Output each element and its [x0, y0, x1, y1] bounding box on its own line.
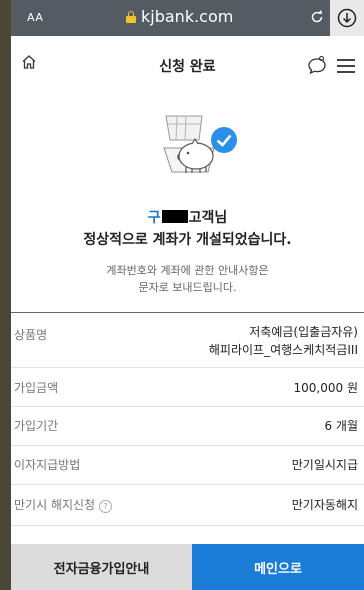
address-bar[interactable]: kjbank.com [126, 7, 233, 26]
customer-name-first: 구 [147, 210, 161, 226]
detail-label: 가입금액 [14, 381, 59, 395]
piggy-bank-illustration [163, 115, 237, 173]
detail-label-wrap: 만기시 해지신청? [14, 496, 113, 513]
customer-name: 구 고객님 [11, 207, 364, 227]
notice-line-1: 계좌번호와 계좌에 관한 안내사항은 [106, 264, 269, 277]
chatbot-icon[interactable] [307, 56, 327, 74]
url-text: kjbank.com [141, 7, 234, 26]
name-redaction [161, 210, 188, 223]
notice-line-2: 문자로 보내드립니다. [138, 281, 237, 294]
detail-row-period: 가입기간 6 개월 [11, 407, 364, 446]
app-header: 신청 완료 [11, 36, 364, 88]
completion-headline: 정상적으로 계좌가 개설되었습니다. [83, 232, 292, 248]
detail-label: 이자지급방법 [14, 458, 81, 472]
detail-row-interest: 이자지급방법 만기일시지급 [11, 446, 364, 485]
download-button[interactable] [330, 0, 364, 36]
bottom-action-bar: 전자금융가입안내 메인으로 [11, 544, 364, 590]
sms-notice: 계좌번호와 계좌에 관한 안내사항은 문자로 보내드립니다. [11, 262, 364, 296]
customer-honorific: 고객님 [188, 210, 228, 226]
help-icon[interactable]: ? [99, 500, 113, 513]
reload-icon[interactable] [309, 9, 325, 25]
detail-row-product: 상품명 저축예금(입출금자유) 해피라이프_여행스케치적금III [11, 313, 364, 368]
detail-row-amount: 가입금액 100,000 원 [11, 368, 364, 407]
account-details-table: 상품명 저축예금(입출금자유) 해피라이프_여행스케치적금III 가입금액 10… [11, 312, 364, 526]
menu-icon[interactable] [337, 59, 355, 77]
detail-value: 만기일시지급 [291, 458, 358, 472]
detail-label: 상품명 [14, 328, 48, 342]
detail-value: 만기자동해지 [291, 498, 358, 512]
e-banking-guide-button[interactable]: 전자금융가입안내 [11, 544, 192, 590]
go-main-button[interactable]: 메인으로 [192, 544, 364, 590]
lock-icon [126, 10, 136, 23]
detail-row-maturity: 만기시 해지신청? 만기자동해지 [11, 485, 364, 526]
detail-label: 만기시 해지신청 [14, 498, 96, 512]
text-size-button[interactable]: AA [27, 11, 43, 24]
detail-value: 저축예금(입출금자유) 해피라이프_여행스케치적금III [209, 323, 358, 359]
detail-label: 가입기간 [14, 419, 59, 433]
browser-toolbar: AA kjbank.com [11, 0, 364, 36]
phone-screen: AA kjbank.com 신청 완료 구 고객님 정상적으로 계좌가 개설되었… [11, 0, 364, 590]
product-name-2: 해피라이프_여행스케치적금III [208, 343, 358, 357]
product-name-1: 저축예금(입출금자유) [249, 325, 358, 339]
detail-value: 100,000 원 [293, 381, 358, 395]
detail-value: 6 개월 [324, 419, 358, 433]
download-icon [337, 8, 357, 28]
